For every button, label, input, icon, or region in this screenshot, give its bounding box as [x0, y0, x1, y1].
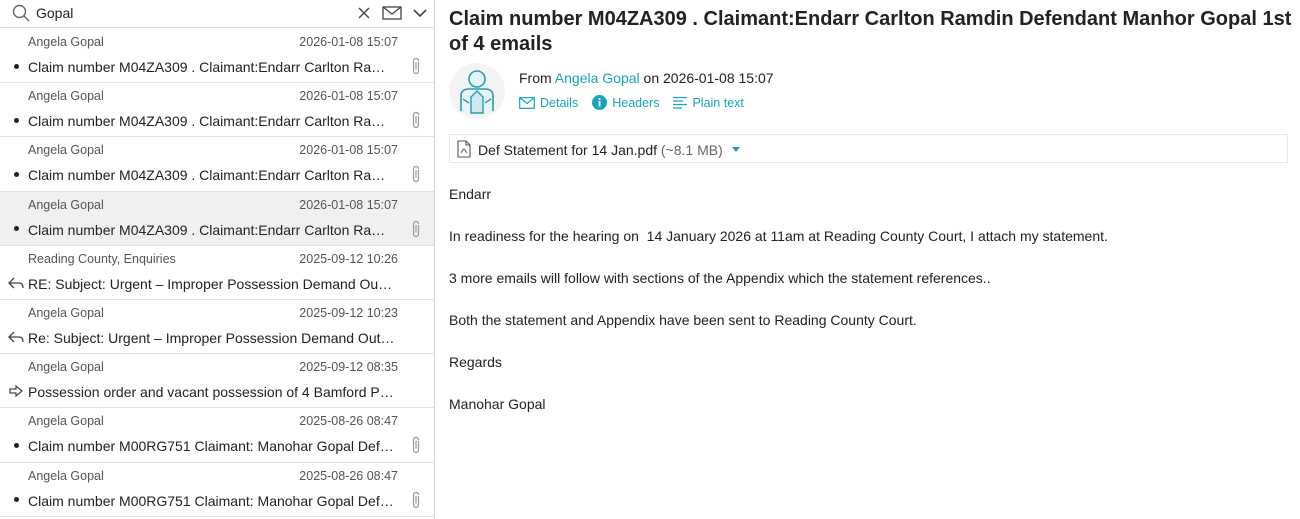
message-sender: Reading County, Enquiries: [28, 251, 176, 266]
text-lines-icon: [673, 96, 688, 109]
message-subject-preview: Claim number M04ZA309 . Claimant:Endarr …: [28, 59, 396, 75]
body-paragraph: Both the statement and Appendix have bee…: [449, 312, 917, 328]
message-sender: Angela Gopal: [28, 89, 104, 104]
sender-avatar: [449, 63, 505, 119]
message-sender: Angela Gopal: [28, 360, 104, 375]
attachment-name: Def Statement for 14 Jan.pdf: [478, 142, 657, 158]
attachment-link[interactable]: Def Statement for 14 Jan.pdf (~8.1 MB): [478, 142, 723, 158]
headers-link[interactable]: Headers: [592, 95, 659, 110]
message-list-item[interactable]: Angela Gopal 2025-09-12 10:23 Re: Subject:…: [0, 300, 434, 355]
pdf-file-icon: [457, 140, 471, 158]
message-date: 2025-09-12 10:23: [299, 305, 398, 320]
message-list-item[interactable]: Angela Gopal 2026-01-08 15:07 Claim number…: [0, 137, 434, 192]
replied-arrow-icon: [8, 275, 24, 291]
message-list-item[interactable]: Reading County, Enquiries 2025-09-12 10:2…: [0, 246, 434, 300]
message-list-pane: Angela Gopal 2026-01-08 15:07 Claim number…: [0, 0, 435, 519]
paperclip-icon: [412, 437, 420, 454]
attachment-size: (~8.1 MB): [660, 142, 723, 158]
message-list-item[interactable]: Angela Gopal 2026-01-08 15:07 Claim number…: [0, 83, 434, 138]
message-date: 2025-08-26 08:47: [299, 468, 398, 483]
message-subject-preview: Claim number M04ZA309 . Claimant:Endarr …: [28, 221, 396, 238]
plain-text-label: Plain text: [692, 95, 744, 110]
info-icon: [592, 95, 608, 110]
unread-dot-icon: [8, 166, 24, 182]
search-scope-mail-icon[interactable]: [381, 3, 403, 23]
body-paragraph: Regards: [449, 354, 502, 370]
paperclip-icon: [412, 491, 420, 508]
from-prefix: From: [519, 70, 552, 86]
message-list: Angela Gopal 2026-01-08 15:07 Claim number…: [0, 29, 434, 517]
plain-text-link[interactable]: Plain text: [673, 95, 744, 110]
paperclip-icon: [412, 166, 420, 183]
message-list-item[interactable]: Angela Gopal 2025-09-12 08:35 Possession o…: [0, 354, 434, 409]
sender-name-link[interactable]: Angela Gopal: [555, 70, 640, 86]
clear-search-icon[interactable]: [354, 3, 374, 23]
message-date: 2026-01-08 15:07: [299, 197, 398, 212]
unread-dot-icon: [8, 58, 24, 74]
paperclip-icon: [412, 220, 420, 237]
message-date: 2026-01-08 15:07: [663, 70, 774, 86]
message-subject-preview: Claim number M00RG751 Claimant: Manohar …: [28, 438, 396, 455]
search-icon: [12, 4, 30, 22]
paperclip-icon: [412, 57, 420, 75]
message-sender: Angela Gopal: [28, 305, 104, 320]
message-reader-pane: Claim number M04ZA309 . Claimant:Endarr …: [436, 0, 1300, 519]
message-subject-preview: RE: Subject: Urgent – Improper Possessio…: [28, 275, 396, 292]
forwarded-arrow-icon: [8, 383, 24, 399]
message-list-item[interactable]: Angela Gopal 2026-01-08 15:07 Claim number…: [0, 29, 434, 84]
message-date: 2025-09-12 08:35: [299, 360, 398, 375]
message-sender: Angela Gopal: [28, 468, 104, 483]
unread-dot-icon: [8, 112, 24, 128]
search-options-chevron-down-icon[interactable]: [410, 3, 430, 23]
unread-dot-icon: [8, 437, 24, 453]
paperclip-icon: [412, 112, 420, 129]
message-date: 2026-01-08 15:07: [299, 35, 398, 49]
body-paragraph: Endarr: [449, 186, 492, 202]
on-label: on: [643, 70, 660, 86]
message-subject-preview: Claim number M00RG751 Claimant: Manohar …: [28, 492, 396, 509]
message-date: 2026-01-08 15:07: [299, 89, 398, 104]
details-label: Details: [540, 95, 579, 110]
from-line: From Angela Gopal on 2026-01-08 15:07: [519, 70, 774, 86]
message-list-item[interactable]: Angela Gopal 2025-08-26 08:47 Claim number…: [0, 408, 434, 463]
envelope-icon: [519, 96, 535, 109]
message-list-item[interactable]: Angela Gopal 2026-01-08 15:07 Claim number…: [0, 191, 434, 246]
message-sender: Angela Gopal: [28, 197, 104, 212]
body-paragraph: In readiness for the hearing on 14 Janua…: [449, 228, 1108, 244]
message-date: 2025-08-26 08:47: [299, 414, 398, 429]
message-subject-preview: Claim number M04ZA309 . Claimant:Endarr …: [28, 167, 396, 184]
message-subject-preview: Possession order and vacant possession o…: [28, 384, 396, 401]
message-date: 2025-09-12 10:26: [299, 251, 398, 266]
body-paragraph: 3 more emails will follow with sections …: [449, 270, 991, 286]
message-subject: Claim number M04ZA309 . Claimant:Endarr …: [449, 8, 1292, 55]
attachment-bar: Def Statement for 14 Jan.pdf (~8.1 MB): [449, 134, 1288, 163]
message-date: 2026-01-08 15:07: [299, 143, 398, 158]
replied-arrow-icon: [8, 329, 24, 345]
message-subject-preview: Claim number M04ZA309 . Claimant:Endarr …: [28, 113, 396, 130]
unread-dot-icon: [8, 221, 24, 237]
headers-label: Headers: [612, 95, 660, 110]
details-link[interactable]: Details: [519, 95, 578, 110]
header-links: Details Headers Plain text: [519, 95, 744, 110]
message-sender: Angela Gopal: [28, 414, 104, 429]
message-subject-preview: Re: Subject: Urgent – Improper Possessio…: [28, 329, 396, 346]
message-list-item[interactable]: Angela Gopal 2025-08-26 08:47 Claim number…: [0, 463, 434, 517]
unread-dot-icon: [8, 492, 24, 508]
message-sender: Angela Gopal: [28, 143, 104, 158]
attachment-menu-caret-icon[interactable]: [732, 147, 740, 152]
message-sender: Angela Gopal: [28, 35, 104, 49]
search-bar: [0, 0, 435, 28]
message-body: Endarr In readiness for the hearing on 14…: [449, 186, 1289, 438]
user-avatar-icon: [460, 70, 494, 114]
search-input[interactable]: [36, 3, 336, 23]
body-paragraph: Manohar Gopal: [449, 396, 546, 412]
